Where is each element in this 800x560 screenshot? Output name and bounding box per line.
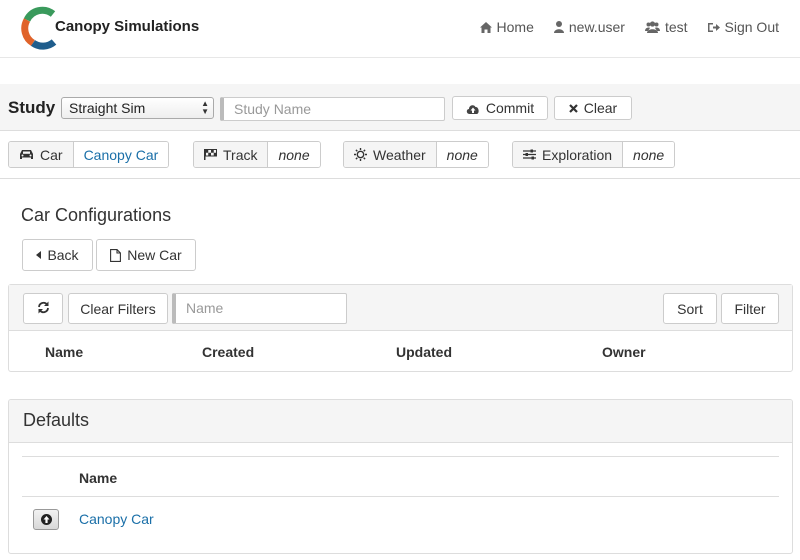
list-toolbar: Clear Filters Name Sort Filter [9,285,792,331]
commit-button[interactable]: Commit [452,96,548,120]
weather-config-label[interactable]: Weather [344,142,437,167]
nav-sign-out-label: Sign Out [724,19,779,35]
track-config-label[interactable]: Track [194,142,269,167]
nav-user-label: new.user [568,19,625,35]
users-icon [644,21,660,33]
filter-button[interactable]: Filter [721,293,779,324]
table-top-divider [22,456,779,457]
car-icon [19,149,34,160]
checkered-flag-icon [204,149,217,160]
refresh-icon [37,301,50,317]
arrow-up-circle-icon [40,512,52,528]
track-label-text: Track [223,146,258,163]
track-config-group[interactable]: Track none [193,141,321,168]
default-car-link[interactable]: Canopy Car [79,511,154,527]
home-icon [479,21,492,33]
car-config-group[interactable]: Car Canopy Car [8,141,170,168]
defaults-column-header-name: Name [79,470,118,486]
user-icon [553,21,564,33]
column-header-name[interactable]: Name [45,344,83,360]
commit-label: Commit [485,100,535,116]
name-filter-input[interactable]: Name [172,293,347,324]
config-selector-row: Car Canopy Car Track none Weather none E… [0,131,800,179]
back-label: Back [47,247,79,263]
study-type-select[interactable]: Straight Sim ▲ ▼ [61,97,214,119]
exploration-config-group[interactable]: Exploration none [512,141,676,168]
column-header-owner[interactable]: Owner [602,344,646,360]
select-arrows-icon: ▲ ▼ [201,99,209,116]
weather-label-text: Weather [373,146,426,163]
caret-left-icon [36,251,42,259]
new-car-button[interactable]: New Car [96,239,196,271]
page-title: Car Configurations [21,205,172,225]
clear-study-label: Clear [583,100,618,116]
nav-home-label: Home [496,19,534,35]
refresh-button[interactable] [23,293,63,324]
top-nav: Home new.user test Sign Out [479,0,800,54]
brand-name[interactable]: Canopy Simulations [55,18,199,35]
sun-icon [354,148,367,161]
study-bar: Study Straight Sim ▲ ▼ Study Name Commit … [0,84,800,131]
back-button[interactable]: Back [22,239,93,271]
car-config-label[interactable]: Car [9,142,74,167]
nav-team-label: test [664,19,688,35]
exploration-config-label[interactable]: Exploration [513,142,624,167]
clear-study-button[interactable]: Clear [554,96,632,120]
load-default-button[interactable] [33,509,59,530]
table-header-divider [22,496,779,497]
nav-team[interactable]: test [644,19,688,35]
top-navbar: Canopy Simulations Home new.user test Si… [0,0,800,58]
exploration-label-text: Exploration [542,146,613,163]
study-type-value: Straight Sim [69,100,146,116]
nav-sign-out[interactable]: Sign Out [707,19,779,35]
weather-config-value[interactable]: none [436,142,488,167]
study-name-input[interactable]: Study Name [220,97,445,121]
cloud-upload-icon [466,103,480,114]
defaults-panel-header: Defaults [9,400,792,443]
close-icon [568,103,578,113]
new-file-icon [110,248,122,262]
column-header-created[interactable]: Created [202,344,254,360]
sign-out-icon [707,22,720,33]
nav-user[interactable]: new.user [553,19,625,35]
car-config-list-panel: Clear Filters Name Sort Filter Name Crea… [8,284,793,372]
clear-filters-button[interactable]: Clear Filters [68,293,168,324]
track-config-value[interactable]: none [268,142,320,167]
sort-button[interactable]: Sort [663,293,717,324]
new-car-label: New Car [127,247,182,263]
weather-config-group[interactable]: Weather none [343,141,489,168]
car-config-value[interactable]: Canopy Car [73,142,169,167]
defaults-panel: Defaults Name Canopy Car [8,399,793,554]
study-label: Study [8,98,56,117]
defaults-title: Defaults [23,410,90,430]
exploration-config-value[interactable]: none [623,142,675,167]
sliders-icon [523,149,536,160]
nav-home[interactable]: Home [479,19,534,35]
column-header-updated[interactable]: Updated [396,344,452,360]
car-label-text: Car [40,146,63,163]
